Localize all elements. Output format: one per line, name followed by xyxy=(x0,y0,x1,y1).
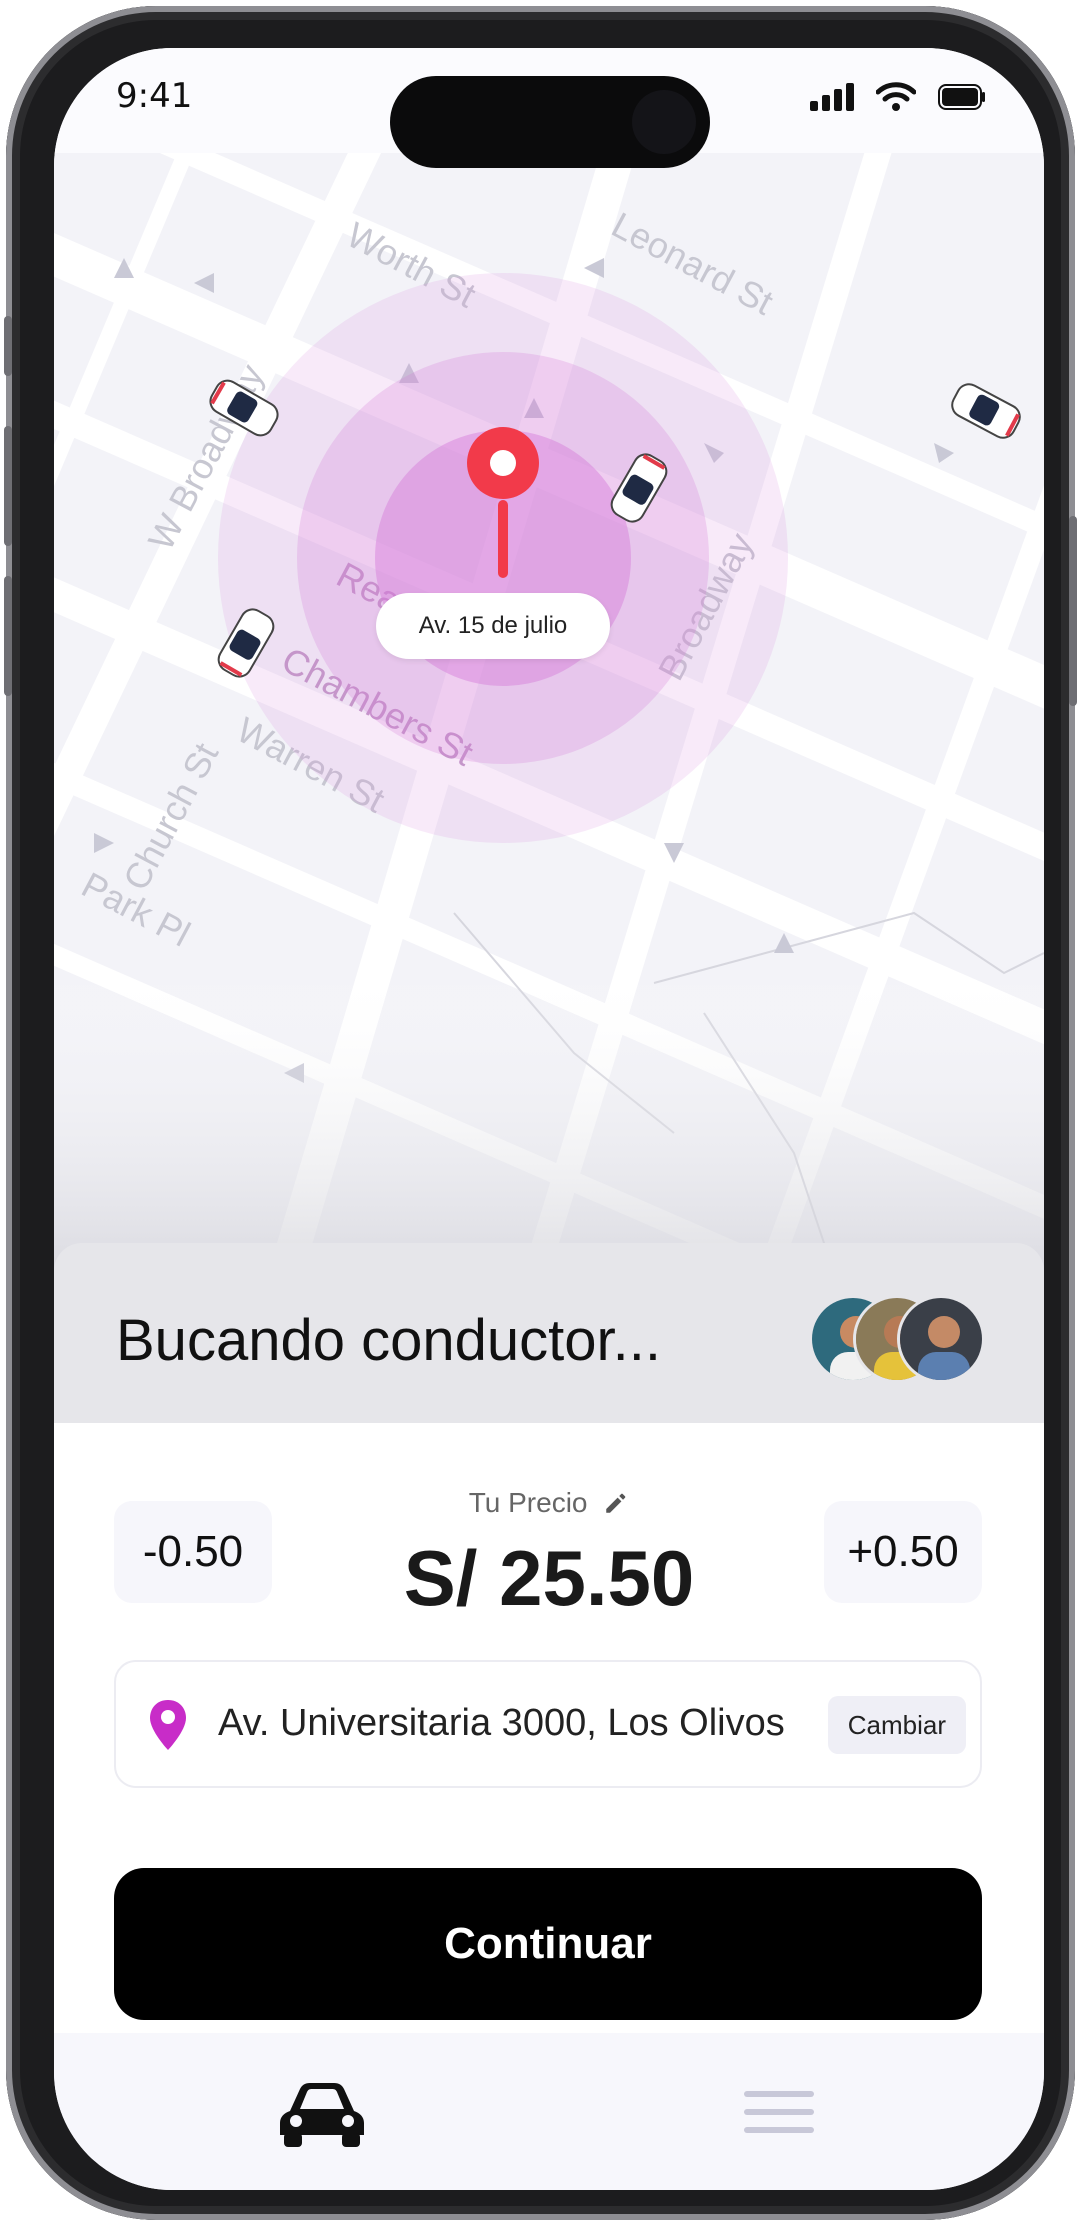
app-screen: Worth St Leonard St W Broadway Broadway … xyxy=(54,48,1044,2190)
wifi-icon xyxy=(876,82,916,111)
price-label: Tu Precio xyxy=(54,1485,1044,1519)
price-value: S/ 25.50 xyxy=(403,1534,695,1622)
driver-avatars xyxy=(809,1295,989,1383)
battery-icon xyxy=(938,84,985,110)
price-sheet: -0.50 +0.50 Tu Precio S/ 25.50 Av. Unive… xyxy=(54,1423,1044,2033)
continue-button[interactable]: Continuar xyxy=(114,1868,982,2020)
car-icon[interactable] xyxy=(276,2077,368,2149)
location-marker-icon xyxy=(150,1700,186,1750)
phone-frame: Worth St Leonard St W Broadway Broadway … xyxy=(4,6,1077,2220)
price-label-text: Tu Precio xyxy=(468,1486,588,1518)
avatar xyxy=(897,1295,985,1383)
change-destination-button[interactable]: Cambiar xyxy=(827,1696,966,1754)
volume-up-button xyxy=(4,426,12,546)
searching-title: Bucando conductor... xyxy=(116,1308,661,1373)
menu-icon[interactable] xyxy=(744,2087,814,2137)
pencil-icon[interactable] xyxy=(603,1490,629,1516)
map-canvas[interactable]: Worth St Leonard St W Broadway Broadway … xyxy=(54,82,1044,1398)
mute-switch xyxy=(4,316,12,376)
signal-icon xyxy=(810,83,854,111)
destination-field[interactable]: Av. Universitaria 3000, Los Olivos Cambi… xyxy=(114,1660,982,1788)
power-button xyxy=(1069,516,1077,706)
pin-label: Av. 15 de julio xyxy=(376,593,610,659)
search-status-header: Bucando conductor... xyxy=(54,1243,1044,1423)
dynamic-island xyxy=(390,76,710,168)
tab-bar xyxy=(54,2033,1044,2190)
map-view[interactable]: Worth St Leonard St W Broadway Broadway … xyxy=(54,82,1044,1398)
destination-address: Av. Universitaria 3000, Los Olivos xyxy=(218,1702,785,1744)
volume-down-button xyxy=(4,576,12,696)
status-time: 9:41 xyxy=(116,76,193,116)
